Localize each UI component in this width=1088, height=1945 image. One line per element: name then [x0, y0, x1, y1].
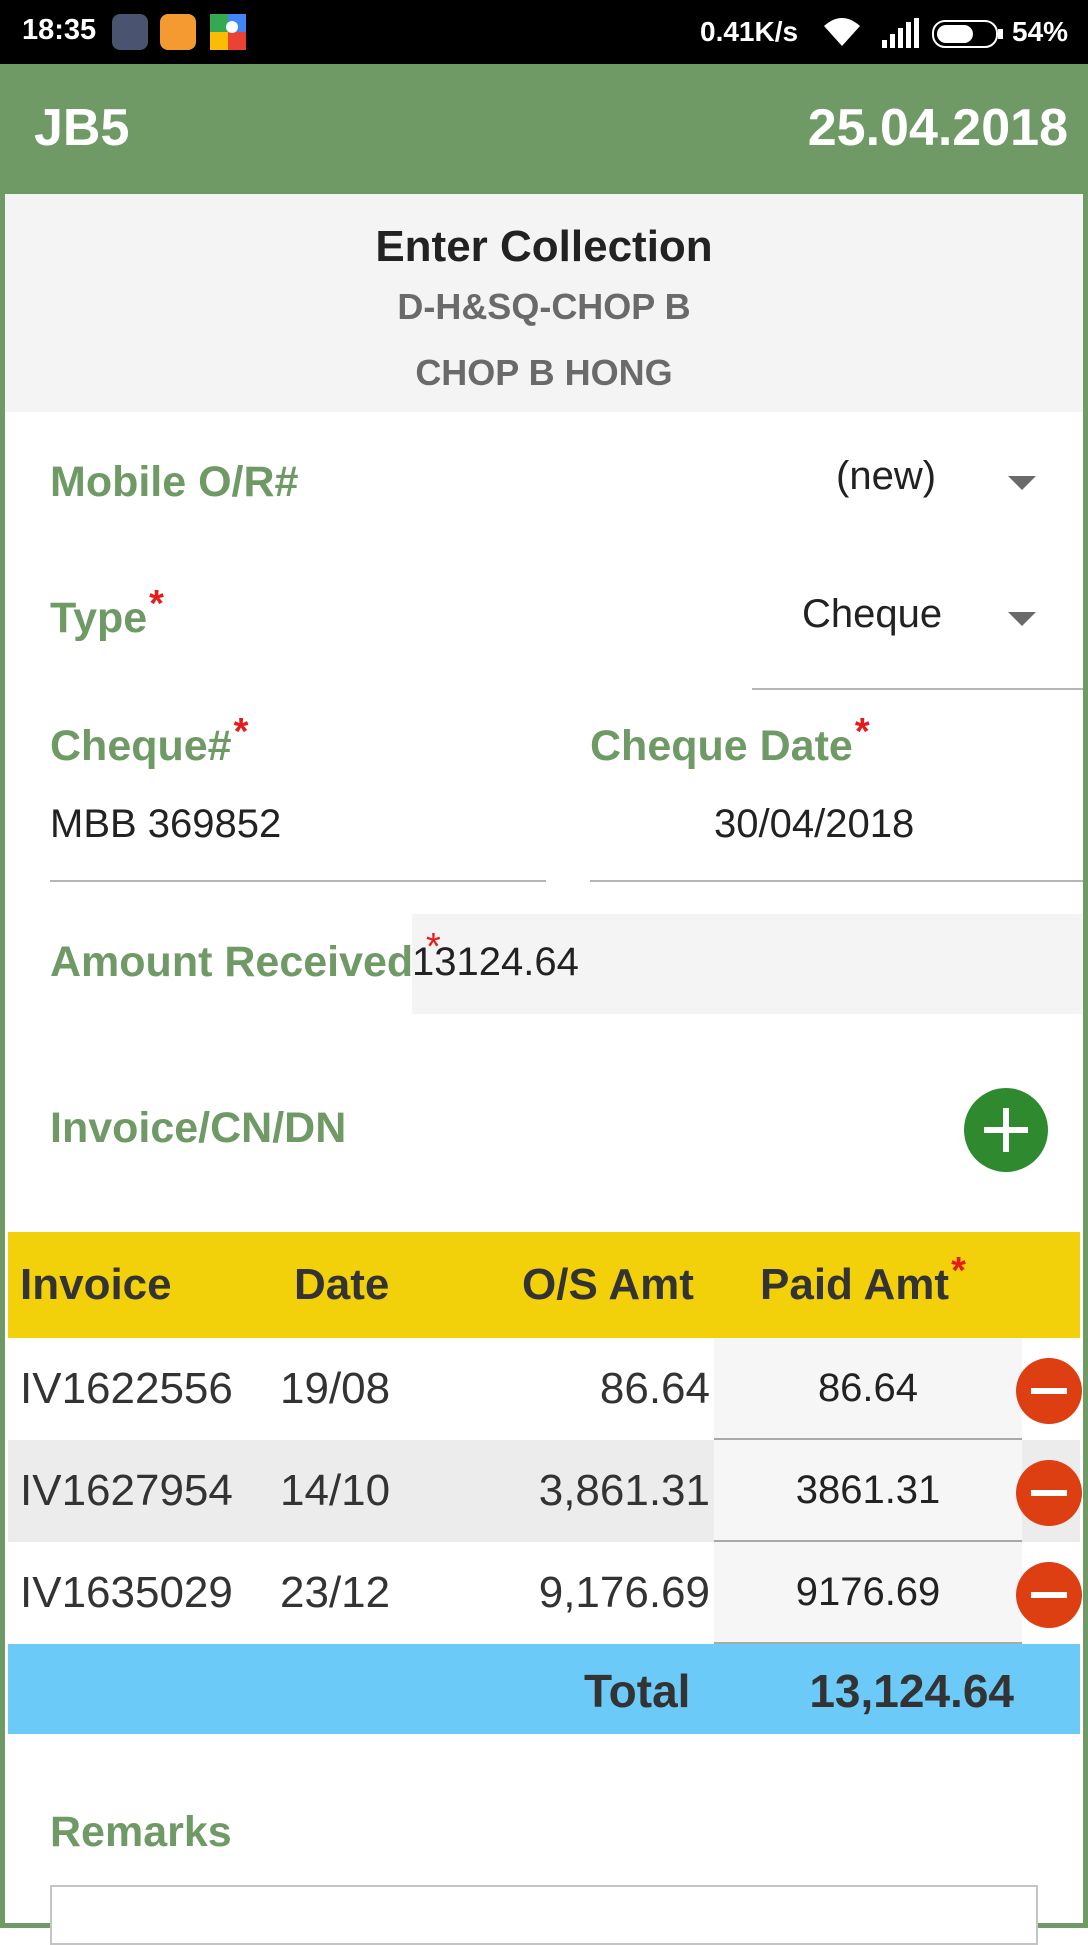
- table-row: IV1622556 19/08 86.64 86.64: [8, 1338, 1082, 1440]
- type-value: Cheque: [802, 592, 943, 636]
- header-date: 25.04.2018: [807, 99, 1068, 157]
- cheque-no-label: Cheque#*: [50, 711, 248, 771]
- total-label: Total: [584, 1665, 691, 1717]
- wifi-icon: [822, 16, 862, 53]
- battery-percent: 54%: [1012, 16, 1069, 47]
- table-row: IV1635029 23/12 9,176.69 9176.69: [8, 1542, 1082, 1644]
- remarks-input[interactable]: [50, 1885, 1038, 1945]
- required-marker: *: [854, 711, 870, 753]
- cheque-date-underline: [590, 880, 1083, 882]
- status-bar: 18:35 0.41K/s 54%: [0, 0, 1088, 64]
- status-time: 18:35: [22, 14, 97, 46]
- invoice-section-label: Invoice/CN/DN: [50, 1104, 347, 1152]
- remarks-label: Remarks: [50, 1808, 232, 1856]
- cheque-date-input[interactable]: 30/04/2018: [590, 790, 1083, 882]
- title-block: Enter Collection D-H&SQ-CHOP B CHOP B HO…: [5, 194, 1083, 412]
- cheque-date-value: 30/04/2018: [714, 802, 915, 846]
- remove-row-button[interactable]: [1016, 1460, 1082, 1526]
- chevron-down-icon: [1008, 476, 1036, 490]
- customer-name: CHOP B HONG: [415, 352, 673, 393]
- chevron-down-icon: [1008, 612, 1036, 626]
- col-paid-amt: Paid Amt*: [760, 1250, 966, 1310]
- row-date: 23/12: [280, 1568, 391, 1617]
- orange-app-icon: [160, 14, 196, 50]
- amount-received-input[interactable]: 13124.64: [412, 914, 1083, 1014]
- route-code: JB5: [34, 99, 130, 157]
- row-invoice: IV1622556: [20, 1364, 233, 1413]
- type-underline: [752, 688, 1083, 690]
- col-paid-amt-text: Paid Amt: [760, 1260, 950, 1309]
- type-label: Type*: [50, 583, 164, 643]
- remove-row-button[interactable]: [1016, 1562, 1082, 1628]
- row-invoice: IV1635029: [20, 1568, 233, 1617]
- network-speed: 0.41K/s: [700, 16, 799, 47]
- row-paid-input[interactable]: 86.64: [714, 1338, 1022, 1440]
- required-marker: *: [149, 583, 164, 625]
- mobile-or-dropdown[interactable]: (new): [760, 440, 1080, 520]
- row-os-amt: 3,861.31: [538, 1466, 710, 1515]
- col-invoice: Invoice: [20, 1260, 172, 1309]
- cheque-no-input[interactable]: MBB 369852: [50, 790, 546, 882]
- battery-icon: [932, 20, 1004, 53]
- row-os-amt: 9,176.69: [538, 1568, 710, 1617]
- cheque-no-underline: [50, 880, 546, 882]
- signal-icon: [880, 18, 920, 53]
- cheque-date-label-text: Cheque Date: [590, 722, 853, 770]
- amount-received-label: Amount Received: [50, 938, 414, 986]
- invoice-table-header: Invoice Date O/S Amt Paid Amt*: [8, 1232, 1080, 1338]
- required-marker: *: [233, 711, 249, 753]
- required-marker: *: [951, 1250, 966, 1292]
- row-os-amt: 86.64: [599, 1364, 710, 1413]
- add-invoice-button[interactable]: [964, 1088, 1048, 1172]
- required-marker: *: [426, 926, 441, 968]
- col-date: Date: [294, 1260, 390, 1309]
- cheque-no-label-text: Cheque#: [50, 722, 232, 770]
- mobile-or-label: Mobile O/R#: [50, 458, 299, 506]
- row-date: 19/08: [280, 1364, 391, 1413]
- row-paid-input[interactable]: 9176.69: [714, 1542, 1022, 1644]
- page-title: Enter Collection: [375, 222, 713, 271]
- total-value: 13,124.64: [809, 1665, 1014, 1717]
- remove-row-button[interactable]: [1016, 1358, 1082, 1424]
- app-header: JB5 25.04.2018: [0, 64, 1088, 194]
- total-bar: Total 13,124.64: [8, 1644, 1080, 1734]
- screen-recorder-icon: [112, 14, 148, 50]
- row-date: 14/10: [280, 1466, 391, 1515]
- cheque-date-label: Cheque Date*: [590, 711, 870, 771]
- row-paid-amt: 3861.31: [795, 1468, 941, 1512]
- table-row: IV1627954 14/10 3,861.31 3861.31: [8, 1440, 1082, 1542]
- cheque-no-value: MBB 369852: [50, 802, 282, 846]
- row-paid-amt: 9176.69: [795, 1570, 941, 1614]
- customer-code: D-H&SQ-CHOP B: [397, 286, 691, 327]
- type-dropdown[interactable]: Cheque: [752, 578, 1083, 690]
- row-invoice: IV1627954: [20, 1466, 233, 1515]
- type-label-text: Type: [50, 594, 148, 642]
- row-paid-input[interactable]: 3861.31: [714, 1440, 1022, 1542]
- maps-icon: [210, 14, 246, 50]
- row-paid-amt: 86.64: [817, 1366, 919, 1410]
- mobile-or-value: (new): [836, 454, 937, 498]
- col-os-amt: O/S Amt: [522, 1260, 694, 1309]
